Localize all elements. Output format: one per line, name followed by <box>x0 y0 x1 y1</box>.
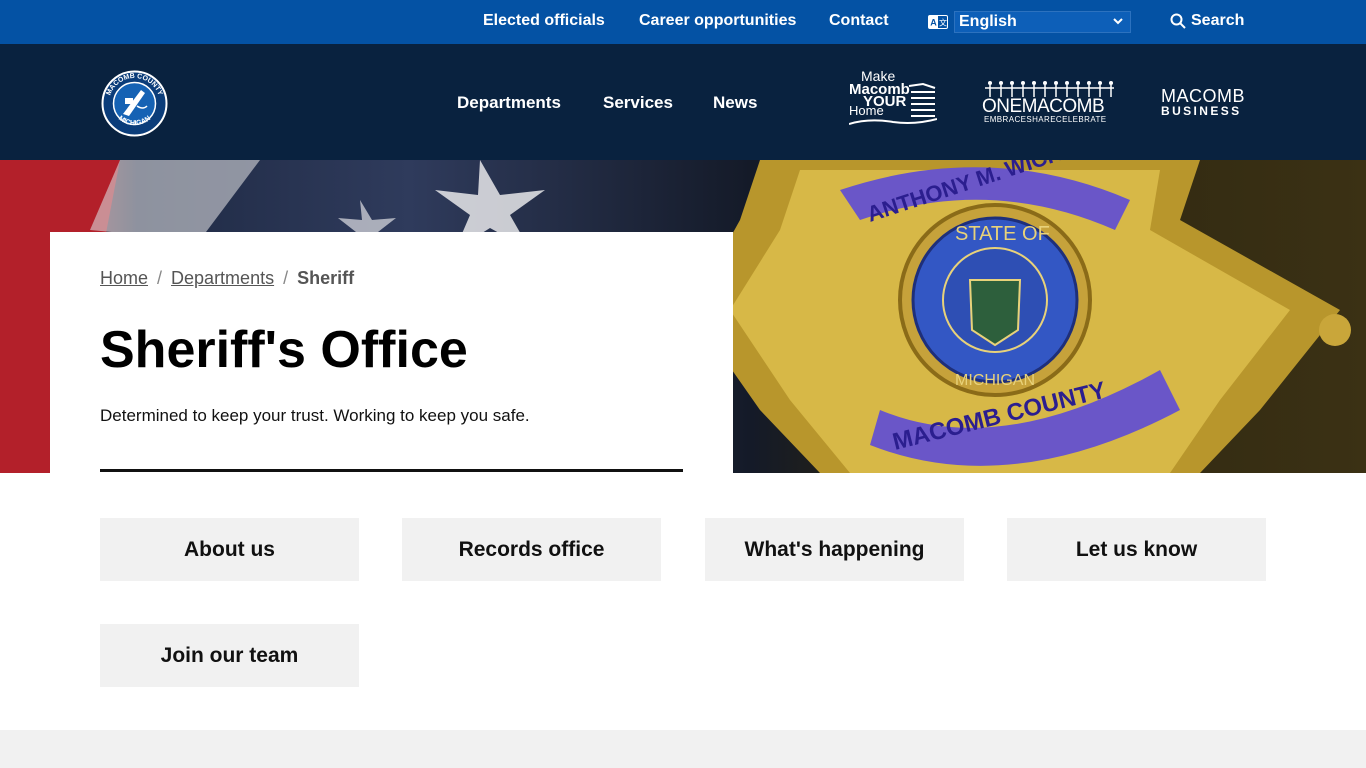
breadcrumb-home-link[interactable]: Home <box>100 268 148 289</box>
language-selector[interactable]: A 文 English <box>928 11 1131 33</box>
about-us-button[interactable]: About us <box>100 518 359 581</box>
title-divider <box>100 469 683 472</box>
make-macomb-your-home-logo[interactable]: Make Macomb YOUR Home <box>848 68 938 132</box>
join-our-team-button[interactable]: Join our team <box>100 624 359 687</box>
breadcrumb-separator: / <box>157 268 163 288</box>
hero-banner: ANTHONY M. WICKERSHAM STATE OF MICHIGAN … <box>0 160 1366 473</box>
svg-text:文: 文 <box>939 18 947 28</box>
language-select[interactable]: English <box>954 11 1131 33</box>
utility-bar: Elected officials Career opportunities C… <box>0 0 1366 44</box>
let-us-know-button[interactable]: Let us know <box>1007 518 1266 581</box>
page-subtitle: Determined to keep your trust. Working t… <box>100 406 530 425</box>
contact-link[interactable]: Contact <box>829 12 889 30</box>
search-label: Search <box>1191 12 1245 29</box>
whats-happening-button[interactable]: What's happening <box>705 518 964 581</box>
svg-text:STATE OF: STATE OF <box>955 223 1050 245</box>
search-icon <box>1170 13 1186 29</box>
language-value: English <box>959 13 1017 30</box>
nav-services[interactable]: Services <box>603 93 673 113</box>
breadcrumb-current: Sheriff <box>297 268 355 288</box>
breadcrumb: Home / Departments / Sheriff <box>100 268 354 289</box>
records-office-button[interactable]: Records office <box>402 518 661 581</box>
svg-text:MICHIGAN: MICHIGAN <box>955 372 1035 389</box>
elected-officials-link[interactable]: Elected officials <box>483 12 605 30</box>
nav-news[interactable]: News <box>713 93 757 113</box>
chevron-down-icon <box>1113 18 1123 25</box>
career-opportunities-link[interactable]: Career opportunities <box>639 12 796 30</box>
breadcrumb-departments-link[interactable]: Departments <box>171 268 274 289</box>
one-macomb-logo[interactable]: ONEMACOMB EMBRACESHARECELEBRATE <box>982 80 1116 126</box>
search-button[interactable]: Search <box>1170 12 1244 30</box>
page-title: Sheriff's Office <box>100 321 468 379</box>
hero-card: Home / Departments / Sheriff Sheriff's O… <box>50 232 733 473</box>
nav-departments[interactable]: Departments <box>457 93 561 113</box>
translate-icon: A 文 <box>928 15 948 29</box>
macomb-business-logo[interactable]: MACOMB BUSINESS <box>1161 86 1245 120</box>
svg-text:A: A <box>930 18 937 28</box>
macomb-county-seal-logo[interactable]: MACOMB COUNTY MICHIGAN <box>101 70 168 137</box>
footer-band <box>0 730 1366 768</box>
breadcrumb-separator: / <box>283 268 289 288</box>
main-navigation: MACOMB COUNTY MICHIGAN Departments Servi… <box>0 44 1366 160</box>
